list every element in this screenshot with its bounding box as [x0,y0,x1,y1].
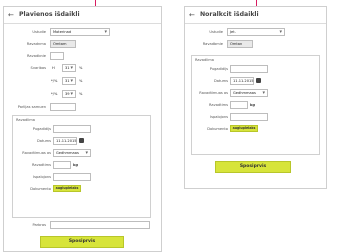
left-calendar-icon[interactable] [79,138,84,143]
left-details-section: Ravadlima Pugadidijs Datums 11.11.2015 R… [12,115,151,218]
right-doc-label: Dokumento [207,127,228,131]
left-doc-label: Dokumento [30,187,51,191]
right-details-section: Ravadlima Pugadidijs Datums 11.11.2015 R… [191,55,320,155]
right-date-label: Datums [213,79,228,83]
right-name-label: Ravadbmie [202,42,223,46]
right-f4-label: Ravadtims [208,103,228,107]
size-select-3[interactable]: 39 [62,90,76,98]
left-f1-label: Pugadidijs [32,127,51,131]
left-f1-field[interactable] [53,125,91,133]
name2-field[interactable] [50,52,64,60]
left-submit-button[interactable]: Sposiprvis [40,236,124,248]
right-f4-unit: kg [250,103,255,107]
unit-label: Ustudie [32,30,46,34]
right-f3-select[interactable]: Gedhmmaas [230,89,268,97]
left-f3-label: Ravadtimuas as [22,151,51,155]
right-section-title: Ravadlima [195,58,214,62]
right-calendar-icon[interactable] [256,78,261,83]
size-unit-2: % [79,79,83,83]
right-page-title: Noralkcit išdaikli [200,10,259,18]
left-panel: ← Plavienos išdaikli Ustudie Moterinad R… [3,6,162,252]
right-unit-select[interactable]: Jet. [227,28,285,36]
name2-label: Ravadbnie [27,54,46,58]
right-date-field[interactable]: 11.11.2015 [230,77,254,85]
extra-field[interactable] [50,103,76,111]
left-f5-field[interactable] [53,173,91,181]
right-unit-label: Ustudie [209,30,223,34]
size-label: Svaribas [30,66,46,70]
size-prefix-1: H [52,66,55,70]
left-f3-select[interactable]: Gedhmmaas [53,149,91,157]
back-arrow-icon[interactable]: ← [8,11,16,19]
right-f4-field[interactable] [230,101,248,109]
right-submit-button[interactable]: Sposiprvis [215,161,291,173]
left-page-title: Plavienos išdaikli [19,10,80,18]
left-header: ← Plavienos išdaikli [4,7,161,24]
left-date-field[interactable]: 11.11.2015 [53,137,77,145]
left-date-label: Datums [36,139,51,143]
size-prefix-2: */% [51,79,58,83]
left-upload-button[interactable]: augiuplelaks [53,185,81,192]
size-select-1[interactable]: 31 [62,64,76,72]
left-f4-field[interactable] [53,161,71,169]
size-unit-3: % [79,92,83,96]
right-header: ← Noralkcit išdaikli [185,7,326,24]
left-f5-label: Ispalojons [33,175,51,179]
right-f1-label: Pugadidijs [209,67,228,71]
bottom-field[interactable] [50,221,150,229]
size-prefix-3: */% [51,92,58,96]
unit-select[interactable]: Moterinad [50,28,110,36]
name-field[interactable]: Omtam [50,40,76,48]
right-f5-field[interactable] [230,113,268,121]
size-select-2[interactable]: 31 [62,77,76,85]
left-f4-unit: kg [73,163,78,167]
right-f3-label: Ravadtimuas as [199,91,228,95]
left-section-title: Ravadlima [16,118,35,122]
size-unit-1: % [79,66,83,70]
right-f5-label: Ispalojons [210,115,228,119]
extra-label: Parlijas samuen [17,105,46,109]
bottom-label: Parbras [32,223,46,227]
left-f4-label: Ravadtims [31,163,51,167]
back-arrow-icon[interactable]: ← [189,11,197,19]
name-label: Ravadnma [26,42,46,46]
right-name-field[interactable]: Omtan [227,40,253,48]
right-upload-button[interactable]: augiuplelaks [230,125,258,132]
right-panel: ← Noralkcit išdaikli Ustudie Jet. Ravadb… [184,6,327,189]
right-f1-field[interactable] [230,65,268,73]
